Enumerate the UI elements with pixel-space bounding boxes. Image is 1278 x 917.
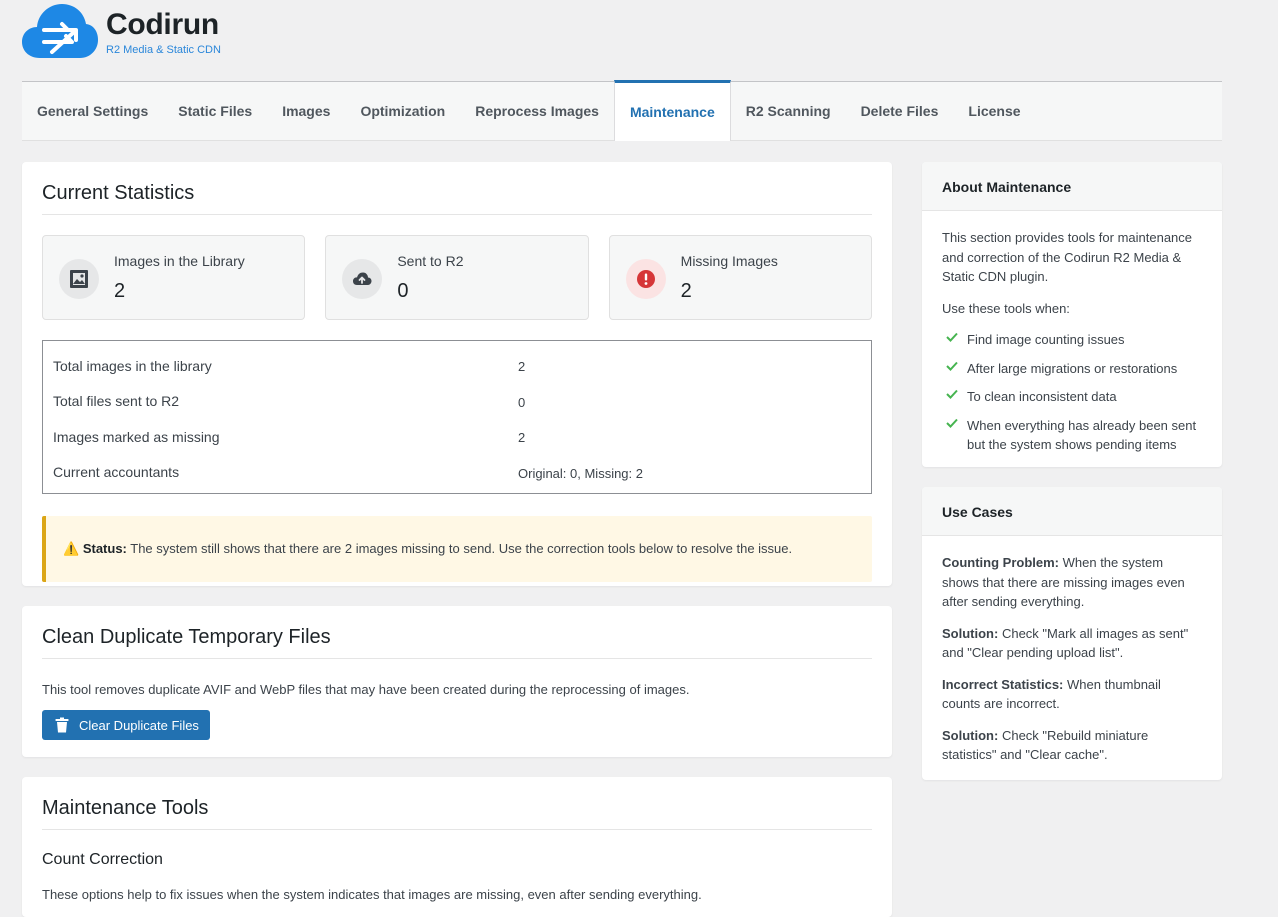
settings-tabs: General Settings Static Files Images Opt… <box>22 80 1222 141</box>
clean-duplicates-card: Clean Duplicate Temporary Files This too… <box>22 606 892 757</box>
use-case-label: Counting Problem: <box>942 555 1059 570</box>
table-row: Images marked as missing 2 <box>53 419 861 455</box>
tab-optimization[interactable]: Optimization <box>345 82 460 140</box>
panel-title: Use Cases <box>922 487 1222 536</box>
status-notice: ⚠️ Status: The system still shows that t… <box>42 516 872 582</box>
cloud-logo-icon <box>22 4 98 58</box>
tab-images[interactable]: Images <box>267 82 345 140</box>
trash-icon <box>55 717 69 733</box>
row-value: 2 <box>518 430 526 446</box>
stat-boxes: Images in the Library 2 Sent to R2 0 Mis… <box>42 235 872 320</box>
tab-r2-scanning[interactable]: R2 Scanning <box>731 82 846 140</box>
list-item-text: When everything has already been sent bu… <box>967 417 1197 453</box>
about-use-when: Use these tools when: <box>942 300 1070 316</box>
image-icon <box>59 259 99 299</box>
tools-description: These options help to fix issues when th… <box>42 887 702 902</box>
check-icon <box>946 332 958 342</box>
table-row: Current accountants Original: 0, Missing… <box>53 455 861 491</box>
use-case-label: Solution: <box>942 727 999 743</box>
check-icon <box>946 418 958 428</box>
brand-subtitle: R2 Media & Static CDN <box>106 44 221 56</box>
stat-value: 2 <box>114 280 126 302</box>
notice-label: Status: <box>82 541 127 556</box>
stat-box-sent: Sent to R2 0 <box>325 235 589 320</box>
clear-duplicate-files-button[interactable]: Clear Duplicate Files <box>42 710 210 740</box>
list-item: To clean inconsistent data <box>942 387 1202 407</box>
list-item: When everything has already been sent bu… <box>942 416 1202 455</box>
tab-maintenance[interactable]: Maintenance <box>613 80 731 141</box>
panel-title: About Maintenance <box>922 162 1222 211</box>
stat-label: Images in the Library <box>114 253 245 269</box>
subsection-title: Count Correction <box>42 851 163 868</box>
alert-icon <box>625 259 666 299</box>
list-item-text: Find image counting issues <box>967 332 1125 347</box>
row-key: Total images in the library <box>53 357 212 374</box>
warning-icon: ⚠️ <box>63 541 80 556</box>
list-item-text: To clean inconsistent data <box>967 389 1117 404</box>
table-row: Total images in the library 2 <box>53 348 861 384</box>
stat-box-missing: Missing Images 2 <box>608 235 872 320</box>
list-item: Find image counting issues <box>942 330 1202 350</box>
stat-value: 2 <box>680 280 692 302</box>
brand-title: Codirun <box>106 8 219 41</box>
button-label: Clear Duplicate Files <box>79 717 199 733</box>
use-case-entry: Counting Problem: When the system shows … <box>942 553 1202 612</box>
check-icon <box>946 361 958 371</box>
tab-license[interactable]: License <box>953 82 1035 140</box>
use-case-entry: Incorrect Statistics: When thumbnail cou… <box>942 675 1202 714</box>
stat-box-library: Images in the Library 2 <box>42 235 306 320</box>
list-item: After large migrations or restorations <box>942 359 1202 379</box>
section-title: Current Statistics <box>42 182 872 215</box>
section-title: Clean Duplicate Temporary Files <box>42 626 872 659</box>
use-case-label: Incorrect Statistics: <box>942 676 1064 692</box>
list-item-text: After large migrations or restorations <box>967 360 1178 376</box>
use-when-list: Find image counting issues After large m… <box>942 330 1202 455</box>
tab-delete-files[interactable]: Delete Files <box>846 82 954 140</box>
use-cases-panel: Use Cases Counting Problem: When the sys… <box>922 487 1222 780</box>
notice-text: The system still shows that there are 2 … <box>130 541 793 556</box>
maintenance-tools-card: Maintenance Tools Count Correction These… <box>22 777 892 917</box>
brand-logo: Codirun R2 Media & Static CDN <box>22 2 282 64</box>
stat-value: 0 <box>397 280 409 302</box>
row-key: Images marked as missing <box>53 428 220 445</box>
table-row: Total files sent to R2 0 <box>53 384 861 420</box>
tab-static-files[interactable]: Static Files <box>163 82 267 140</box>
use-case-entry: Solution: Check "Mark all images as sent… <box>942 624 1202 663</box>
check-icon <box>946 389 958 399</box>
row-value: 0 <box>518 394 526 410</box>
row-value: Original: 0, Missing: 2 <box>518 465 643 481</box>
use-case-entry: Solution: Check "Rebuild miniature stati… <box>942 726 1202 765</box>
section-title: Maintenance Tools <box>42 797 872 830</box>
row-key: Total files sent to R2 <box>53 393 180 410</box>
statistics-table: Total images in the library 2 Total file… <box>42 340 872 494</box>
tab-general-settings[interactable]: General Settings <box>22 82 163 140</box>
stat-label: Sent to R2 <box>397 253 464 269</box>
tab-reprocess-images[interactable]: Reprocess Images <box>460 82 614 140</box>
clean-description: This tool removes duplicate AVIF and Web… <box>42 682 690 697</box>
about-maintenance-panel: About Maintenance This section provides … <box>922 162 1222 467</box>
row-key: Current accountants <box>53 464 180 481</box>
current-statistics-card: Current Statistics Images in the Library… <box>22 162 892 586</box>
stat-label: Missing Images <box>680 253 778 269</box>
about-intro: This section provides tools for maintena… <box>942 230 1193 284</box>
cloud-upload-icon <box>342 259 383 299</box>
use-case-label: Solution: <box>942 625 999 641</box>
row-value: 2 <box>518 359 526 375</box>
